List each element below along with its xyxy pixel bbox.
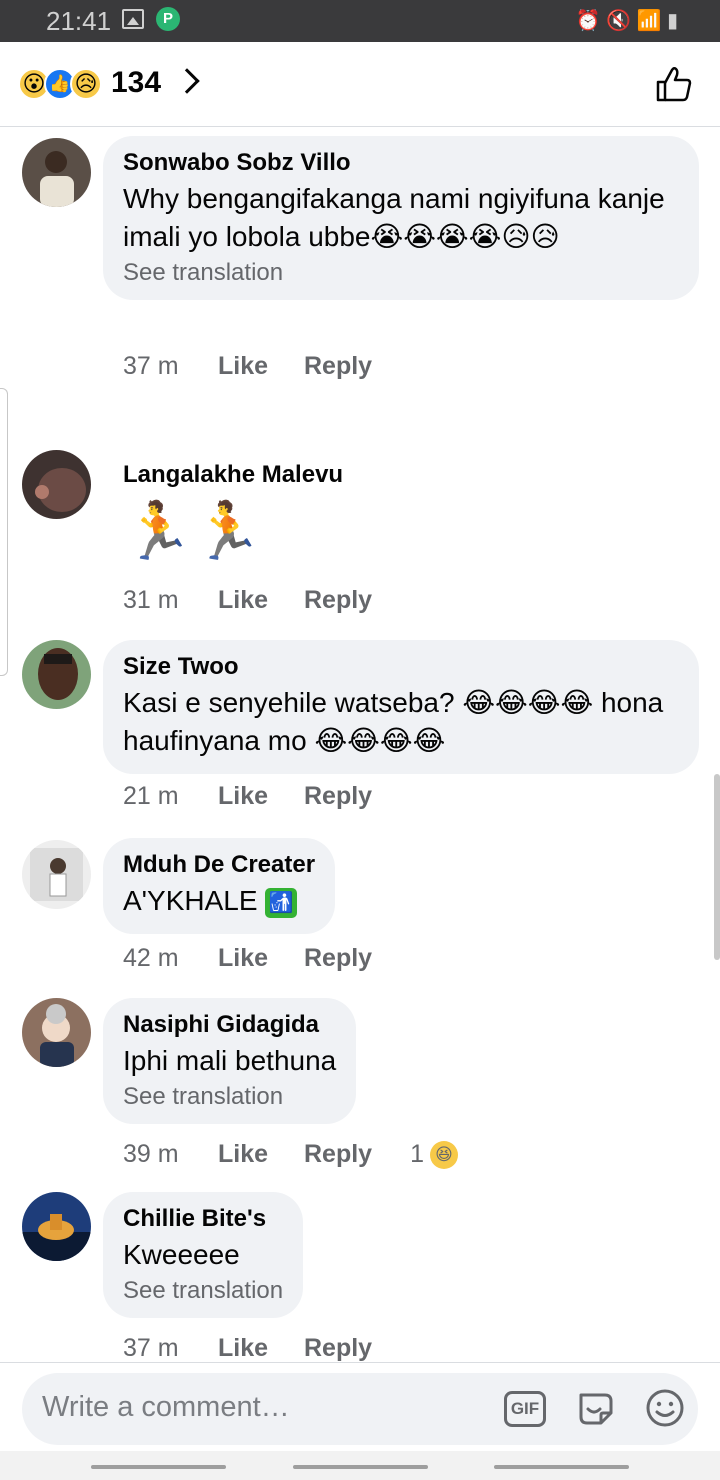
app-notification-icon: P: [156, 7, 180, 31]
commenter-name[interactable]: Mduh De Creater: [123, 850, 315, 880]
comment-box[interactable]: GIF: [22, 1373, 698, 1445]
home-indicator[interactable]: [293, 1465, 428, 1469]
commenter-name[interactable]: Size Twoo: [123, 652, 679, 682]
haha-reaction-icon: 😆: [430, 1140, 458, 1169]
reply-button[interactable]: Reply: [304, 352, 372, 381]
comment-text: Why bengangifakanga nami ngiyifuna kanje…: [123, 183, 665, 252]
comment-time: 42 m: [123, 944, 179, 972]
comment-input[interactable]: [42, 1391, 482, 1424]
avatar[interactable]: [22, 640, 91, 709]
see-translation-link[interactable]: See translation: [123, 1082, 336, 1112]
emoji-icon[interactable]: [644, 1387, 686, 1429]
litter-bin-icon: 🚮: [265, 887, 298, 918]
sticker-icon[interactable]: [575, 1387, 617, 1429]
status-bar: 21:41 P ⏰ 🔇 📶 ▮: [0, 0, 720, 42]
comment-bubble[interactable]: Mduh De Creater A'YKHALE 🚮: [103, 838, 336, 934]
see-translation-link[interactable]: See translation: [123, 258, 679, 288]
comment-time: 39 m: [123, 1140, 179, 1168]
reactions-header: 😮 👍 😥 134: [0, 42, 720, 127]
reply-button[interactable]: Reply: [304, 586, 372, 615]
comment-actions: 37 m Like Reply: [123, 1334, 372, 1363]
back-indicator[interactable]: [494, 1465, 629, 1469]
comment-bubble[interactable]: Size Twoo Kasi e senyehile watseba? 😂😂😂😂…: [103, 640, 699, 774]
comment-text-value: A'YKHALE: [123, 885, 258, 916]
avatar[interactable]: [22, 450, 91, 519]
comment-list[interactable]: Sonwabo Sobz Villo Why bengangifakanga n…: [0, 128, 720, 1363]
like-button[interactable]: Like: [218, 586, 304, 615]
comment-text: Kasi e senyehile watseba? 😂😂😂😂 hona hauf…: [123, 687, 664, 756]
comment-actions: 42 m Like Reply: [123, 944, 372, 973]
like-button[interactable]: Like: [218, 352, 304, 381]
like-button[interactable]: Like: [218, 1140, 304, 1169]
reply-button[interactable]: Reply: [304, 1140, 372, 1169]
reply-button[interactable]: Reply: [304, 944, 372, 973]
comment-text: A'YKHALE 🚮: [123, 882, 315, 920]
like-button[interactable]: Like: [218, 1334, 304, 1363]
comment-bubble[interactable]: Nasiphi Gidagida Iphi mali bethuna See t…: [103, 998, 357, 1124]
comment-bubble[interactable]: Sonwabo Sobz Villo Why bengangifakanga n…: [103, 136, 699, 300]
comment-actions: 21 m Like Reply: [123, 782, 372, 811]
avatar[interactable]: [22, 840, 91, 909]
commenter-name[interactable]: Chillie Bite's: [123, 1204, 283, 1234]
comments-sheet: 😮 👍 😥 134 Sonwabo Sobz Villo Why bengang…: [0, 42, 720, 1480]
reaction-summary[interactable]: 😮 👍 😥: [18, 68, 102, 100]
comment-reaction-count: 1: [410, 1140, 424, 1168]
reply-button[interactable]: Reply: [304, 1334, 372, 1363]
status-icons: ⏰ 🔇 📶 ▮: [575, 10, 678, 32]
recents-indicator[interactable]: [91, 1465, 226, 1469]
commenter-name[interactable]: Langalakhe Malevu: [123, 460, 343, 490]
comment-actions: 31 m Like Reply: [123, 586, 372, 615]
commenter-name[interactable]: Nasiphi Gidagida: [123, 1010, 336, 1040]
reply-button[interactable]: Reply: [304, 782, 372, 811]
gallery-icon: [122, 9, 144, 29]
reaction-count[interactable]: 134: [111, 66, 161, 100]
comment-reaction-summary[interactable]: 1 😆: [410, 1140, 458, 1169]
comment-time: 31 m: [123, 586, 179, 614]
left-scroll-indicator: [0, 388, 8, 676]
like-thumb-icon[interactable]: [654, 64, 694, 104]
comment-time: 21 m: [123, 782, 179, 810]
comment-text: Kweeeee: [123, 1239, 240, 1270]
comment-actions: 37 m Like Reply: [123, 352, 372, 381]
commenter-name[interactable]: Sonwabo Sobz Villo: [123, 148, 679, 178]
system-nav-bar: [0, 1451, 720, 1480]
comment-time: 37 m: [123, 352, 179, 380]
avatar[interactable]: [22, 998, 91, 1067]
comment-time: 37 m: [123, 1334, 179, 1362]
like-button[interactable]: Like: [218, 782, 304, 811]
avatar[interactable]: [22, 1192, 91, 1261]
comment-actions: 39 m Like Reply 1 😆: [123, 1140, 458, 1169]
comment-composer: GIF: [0, 1362, 720, 1480]
comment-text: Iphi mali bethuna: [123, 1045, 337, 1076]
scrollbar[interactable]: [714, 774, 720, 960]
status-time: 21:41: [46, 6, 112, 36]
comment-text: 🏃🏃: [123, 499, 263, 562]
comment-bubble[interactable]: Chillie Bite's Kweeeee See translation: [103, 1192, 304, 1318]
chevron-right-icon[interactable]: [174, 68, 200, 94]
comment-bubble[interactable]: Langalakhe Malevu 🏃🏃: [103, 448, 363, 576]
avatar[interactable]: [22, 138, 91, 207]
see-translation-link[interactable]: See translation: [123, 1276, 283, 1306]
sad-reaction-icon: 😥: [70, 68, 102, 100]
gif-button[interactable]: GIF: [504, 1391, 546, 1427]
like-button[interactable]: Like: [218, 944, 304, 973]
